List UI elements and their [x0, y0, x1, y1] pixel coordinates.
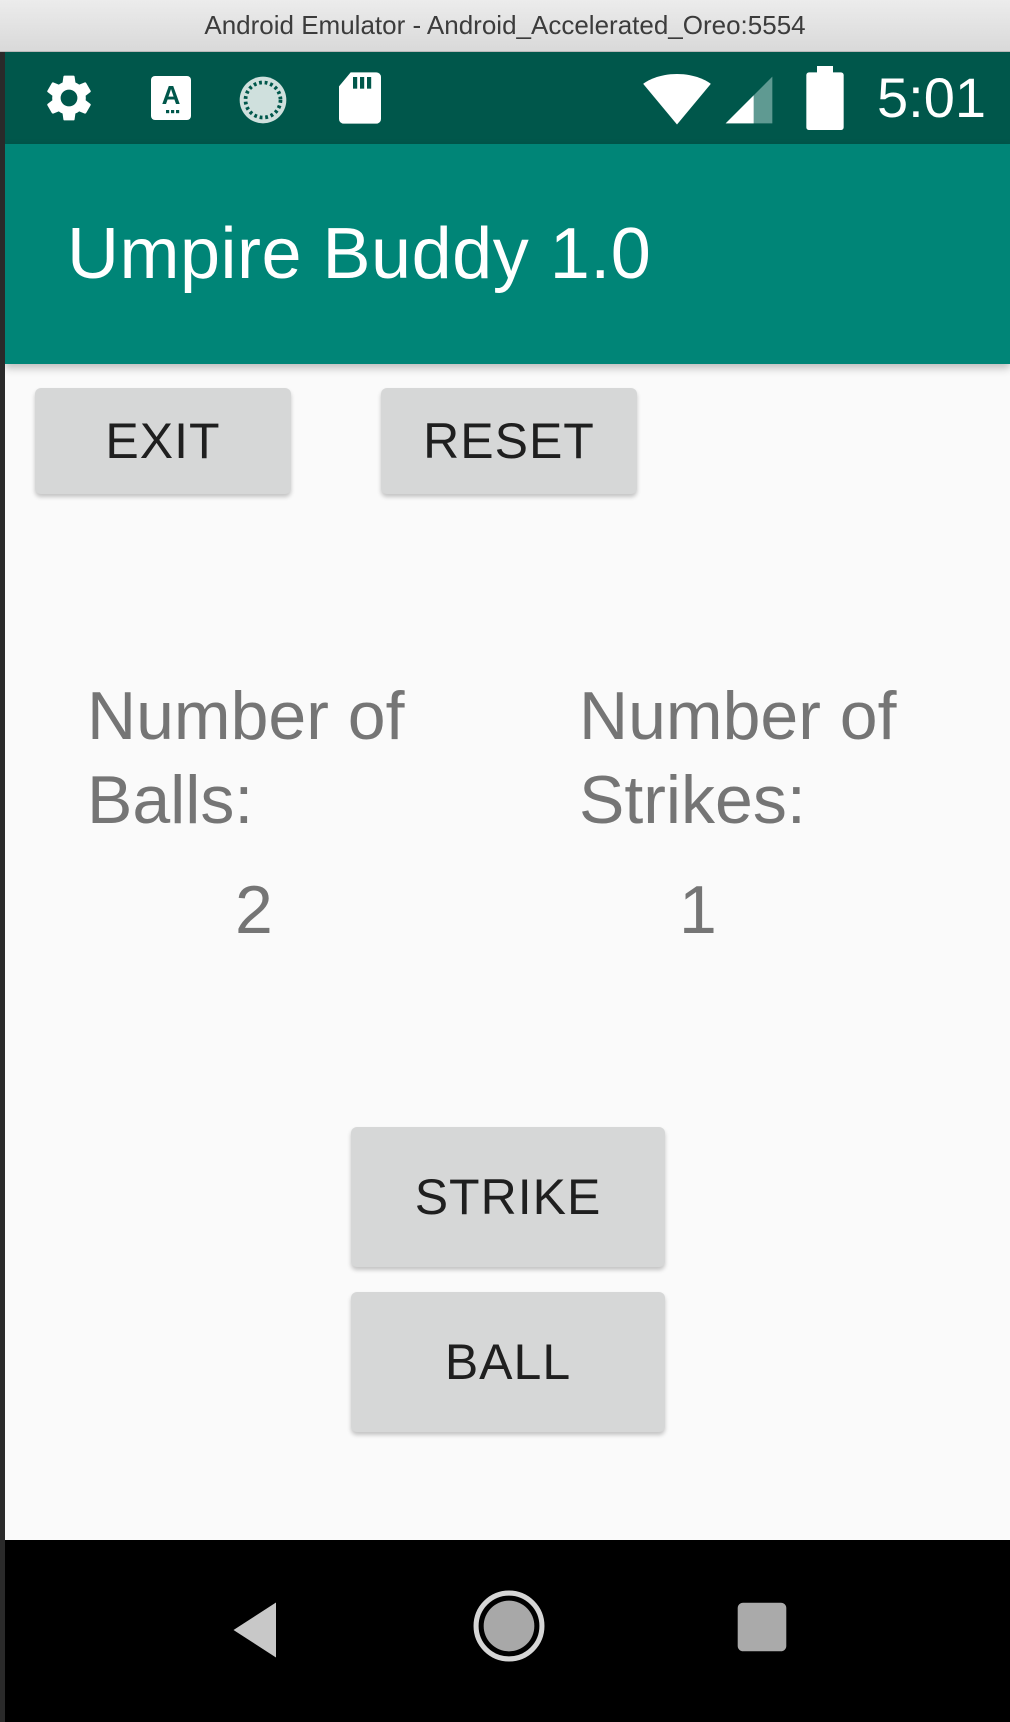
sd-card-icon [335, 70, 385, 131]
ball-button[interactable]: BALL [351, 1292, 665, 1432]
gear-icon [41, 70, 97, 131]
device-screen: A 5:01 Umpire Buddy 1.0 EXIT RESET Numbe… [5, 52, 1010, 1722]
window-title: Android Emulator - Android_Accelerated_O… [204, 10, 806, 40]
sync-progress-icon [235, 72, 291, 133]
cell-signal-icon [721, 72, 777, 133]
balls-label-line2: Balls: [87, 762, 254, 838]
strikes-value: 1 [679, 872, 717, 948]
wifi-icon [641, 74, 713, 131]
emulator-window: Android Emulator - Android_Accelerated_O… [0, 0, 1010, 1722]
a-keyboard-notification-icon: A [147, 74, 195, 127]
strike-button[interactable]: STRIKE [351, 1127, 665, 1267]
strikes-label-line2: Strikes: [579, 762, 806, 838]
navigation-bar [5, 1540, 1010, 1722]
home-icon[interactable] [471, 1588, 547, 1669]
window-title-bar[interactable]: Android Emulator - Android_Accelerated_O… [0, 0, 1010, 52]
app-title: Umpire Buddy 1.0 [67, 214, 652, 294]
recents-icon[interactable] [735, 1600, 789, 1659]
battery-icon [805, 66, 845, 135]
status-time: 5:01 [877, 66, 986, 129]
balls-label: Number of Balls: [87, 674, 404, 842]
strikes-label-line1: Number of [579, 678, 897, 754]
back-icon[interactable] [231, 1600, 281, 1665]
status-bar: A 5:01 [5, 52, 1010, 144]
balls-label-line1: Number of [87, 678, 405, 754]
strikes-label: Number of Strikes: [579, 674, 896, 842]
reset-button[interactable]: RESET [381, 388, 637, 494]
balls-value: 2 [235, 872, 273, 948]
exit-button[interactable]: EXIT [35, 388, 291, 494]
app-toolbar: Umpire Buddy 1.0 [5, 144, 1010, 364]
svg-text:A: A [162, 80, 181, 110]
